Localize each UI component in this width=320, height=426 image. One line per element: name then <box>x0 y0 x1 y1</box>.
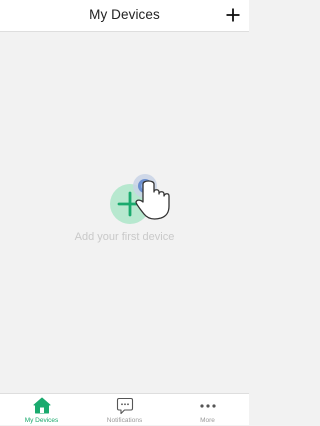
tab-label: My Devices <box>24 417 59 424</box>
home-icon <box>33 397 50 414</box>
tab-my-devices[interactable]: My Devices <box>0 394 83 426</box>
add-device-button[interactable] <box>221 2 245 28</box>
tab-more[interactable]: More <box>166 394 249 426</box>
plus-icon <box>226 8 240 22</box>
notifications-tab-icon-wrap <box>83 397 166 415</box>
page-title: My Devices <box>89 7 160 22</box>
tab-notifications[interactable]: Notifications <box>83 394 166 426</box>
chat-bubble-icon <box>116 397 133 415</box>
top-bar: My Devices <box>0 0 249 32</box>
home-tab-icon-wrap <box>0 397 83 415</box>
device-list-area: Add your first device <box>0 32 249 393</box>
add-device-illustration[interactable] <box>101 162 201 224</box>
tab-label: More <box>200 417 215 424</box>
tab-label: Notifications <box>106 417 143 424</box>
empty-state-message: Add your first device <box>74 231 175 243</box>
bottom-tab-bar: My Devices Notifications More <box>0 393 249 425</box>
add-device-hand-tap-icon <box>110 174 170 224</box>
more-tab-icon-wrap <box>166 397 249 415</box>
more-dots-icon <box>199 404 216 408</box>
